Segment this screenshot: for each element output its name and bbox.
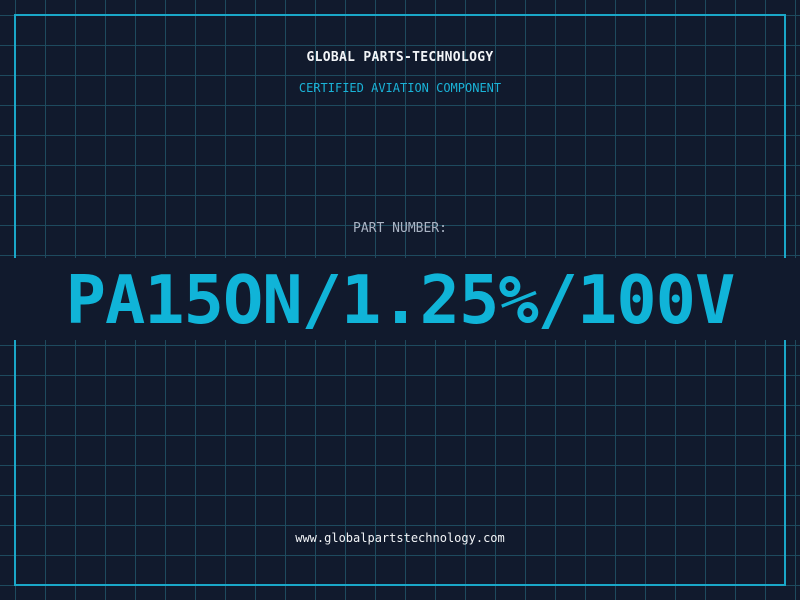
part-number-label: PART NUMBER: — [353, 221, 447, 236]
certification-tagline: CERTIFIED AVIATION COMPONENT — [298, 81, 502, 95]
label-canvas: GLOBAL PARTS-TECHNOLOGY CERTIFIED AVIATI… — [0, 0, 800, 600]
website-url: www.globalpartstechnology.com — [295, 531, 505, 545]
company-name: GLOBAL PARTS-TECHNOLOGY — [306, 50, 494, 65]
part-number-value: PA15ON/1.25%/100V — [65, 261, 736, 339]
